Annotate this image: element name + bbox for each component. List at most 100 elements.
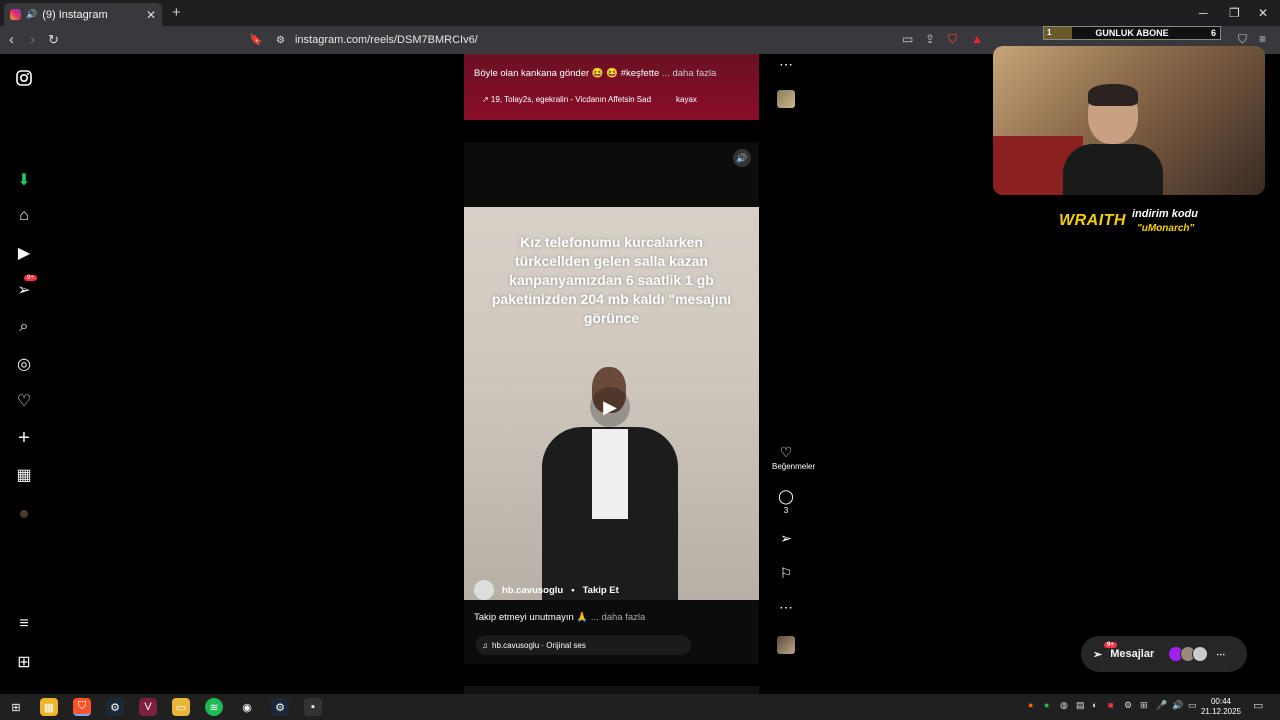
steam-icon-2[interactable]: ⚙ <box>271 698 289 716</box>
reload-icon[interactable]: ↻ <box>48 32 59 48</box>
microsoft-store-icon[interactable]: ▦ <box>40 698 58 716</box>
site-info-icon[interactable]: ⚙ <box>276 35 285 46</box>
tray-app-icon[interactable]: ⊞ <box>1140 700 1148 711</box>
webcam-person-shirt <box>1063 144 1163 195</box>
taskbar-clock[interactable]: 00:44 21.12.2025 <box>1196 697 1246 717</box>
like-button[interactable]: ♡ Beğenmeler <box>772 444 815 471</box>
browser-tab-bar: 🔊 (9) Instagram ✕ + ─ ❐ ✕ <box>0 0 1280 26</box>
new-tab-button[interactable]: + <box>172 4 181 21</box>
notification-center-icon[interactable]: ▭ <box>1253 699 1263 712</box>
microphone-icon[interactable]: 🎤 <box>1156 700 1167 711</box>
messages-badge: 9+ <box>1104 642 1117 648</box>
url-text: instagram.com/reels/DSM7BMRCIv6/ <box>294 34 478 46</box>
close-window-icon[interactable]: ✕ <box>1258 6 1268 20</box>
notifications-badge: 9+ <box>24 275 37 281</box>
daily-subscriber-bar: 1 GUNLUK ABONE 6 <box>1043 26 1221 40</box>
create-icon[interactable]: + <box>14 427 34 449</box>
file-explorer-icon[interactable]: ▭ <box>172 698 190 716</box>
download-icon[interactable]: ⬇ <box>14 170 34 190</box>
subscriber-goal: 6 <box>1210 28 1216 38</box>
more-menu-icon[interactable]: ≡ <box>14 614 34 634</box>
search-icon[interactable]: ⌕ <box>14 317 34 337</box>
music-note-icon: ♫ <box>482 640 488 650</box>
tray-steam-icon[interactable]: ⚙ <box>1124 700 1132 711</box>
game-app-icon[interactable]: ▪ <box>304 698 322 716</box>
forward-icon[interactable]: › <box>30 31 35 48</box>
tray-app-icon[interactable]: ▤ <box>1076 700 1085 711</box>
reel-video[interactable]: Kız telefonumu kurcalarken türkcellden g… <box>464 207 759 600</box>
windows-start-icon[interactable]: ⊞ <box>7 698 25 716</box>
save-icon[interactable]: ⚐ <box>772 565 800 582</box>
dashboard-icon[interactable]: ▦ <box>14 465 34 485</box>
reel-next[interactable] <box>464 686 759 694</box>
back-icon[interactable]: ‹ <box>9 31 14 48</box>
speaker-icon[interactable]: 🔊 <box>26 9 37 20</box>
reel-previous-audio-user[interactable]: kayax <box>676 95 697 104</box>
share-reel-icon[interactable]: ➢ <box>772 530 800 547</box>
comment-icon: ◯ <box>778 488 794 504</box>
tray-record-icon[interactable]: ■ <box>1108 700 1113 710</box>
tray-app-icon[interactable]: ◍ <box>1060 700 1068 711</box>
notifications-heart-icon[interactable]: ♡ <box>14 391 34 411</box>
messages-more-icon: ⋯ <box>1216 648 1226 659</box>
reel-previous-caption: Böyle olan kankana gönder 😆 😆 #keşfette … <box>474 68 716 79</box>
reel-previous-audio-thumbnail[interactable] <box>777 90 795 108</box>
brave-browser-icon[interactable]: ⛉ <box>73 698 91 716</box>
close-tab-icon[interactable]: ✕ <box>146 8 156 22</box>
volume-tray-icon[interactable]: 🔊 <box>1172 700 1183 711</box>
instagram-logo-icon[interactable] <box>14 68 34 88</box>
also-from-meta-icon[interactable]: ⊞ <box>14 652 34 672</box>
more-options-icon[interactable]: ⋯ <box>772 599 800 616</box>
reel-current[interactable]: 🔊 Kız telefonumu kurcalarken türkcellden… <box>464 142 759 664</box>
volume-icon[interactable]: 🔊 <box>733 149 751 167</box>
tray-app-icon[interactable]: ● <box>1028 700 1033 710</box>
author-avatar[interactable] <box>474 580 494 600</box>
heart-icon: ♡ <box>779 444 793 460</box>
profile-avatar[interactable] <box>14 504 34 524</box>
audio-thumbnail[interactable] <box>777 636 795 654</box>
caption-text: Takip etmeyi unutmayın 🙏 <box>474 612 589 623</box>
messages-icon: ➢ <box>1093 648 1103 661</box>
reel-author: hb.cavusoglu • Takip Et <box>474 580 619 600</box>
reel-audio-pill[interactable]: ♫ hb.cavusoglu · Orijinal ses <box>476 635 691 655</box>
brave-rewards-icon[interactable]: ▲ <box>971 32 983 46</box>
caption-more-link[interactable]: ... daha fazla <box>662 68 716 79</box>
video-person-shirt <box>592 429 628 519</box>
valorant-icon[interactable]: V <box>139 698 157 716</box>
follow-button[interactable]: Takip Et <box>583 585 619 596</box>
author-username[interactable]: hb.cavusoglu <box>502 585 563 596</box>
discount-code: "uMonarch" <box>1137 223 1195 234</box>
spotify-icon[interactable]: ≋ <box>205 698 223 716</box>
audio-label: hb.cavusoglu · Orijinal ses <box>492 640 586 650</box>
play-icon[interactable]: ▶ <box>590 387 630 427</box>
comment-button[interactable]: ◯ 3 <box>772 488 800 515</box>
direct-messages-icon[interactable]: ➢ 9+ <box>14 275 37 300</box>
restore-icon[interactable]: ❐ <box>1229 6 1240 20</box>
messages-button[interactable]: ➢ 9+ Mesajlar ⋯ <box>1081 636 1247 672</box>
brave-shield-icon[interactable]: ⛉ <box>948 32 957 47</box>
caption-more-link[interactable]: ... daha fazla <box>591 612 645 623</box>
reel-previous[interactable]: Böyle olan kankana gönder 😆 😆 #keşfette … <box>464 54 759 120</box>
instagram-sidebar: ⬇ ⌂ ▶ ➢ 9+ ⌕ ◎ ♡ + ▦ ≡ ⊞ <box>0 54 48 694</box>
steam-icon[interactable]: ⚙ <box>106 698 124 716</box>
obs-icon[interactable]: ◉ <box>238 698 256 716</box>
bookmark-icon[interactable]: 🔖 <box>249 33 263 46</box>
share-icon[interactable]: ⇪ <box>925 32 935 46</box>
vpn-icon[interactable]: ⛉ <box>1238 32 1247 47</box>
messages-avatars <box>1168 646 1209 662</box>
webcam-overlay <box>993 46 1265 195</box>
explore-icon[interactable]: ◎ <box>14 354 34 374</box>
clock-date: 21.12.2025 <box>1200 707 1242 716</box>
reel-previous-audio[interactable]: ↗ 19, Tolay2s, egekralin - Vicdanın Affe… <box>482 95 651 104</box>
reel-previous-more-icon[interactable]: ⋯ <box>772 56 800 73</box>
tray-app-icon[interactable]: ◐ <box>1092 700 1097 710</box>
minimize-icon[interactable]: ─ <box>1199 6 1208 20</box>
avatar <box>1192 646 1209 662</box>
address-bar[interactable]: ⚙ instagram.com/reels/DSM7BMRCIv6/ <box>270 29 990 51</box>
browser-tab-instagram[interactable]: 🔊 (9) Instagram ✕ <box>4 3 162 26</box>
tray-spotify-icon[interactable]: ● <box>1044 700 1049 710</box>
cast-icon[interactable]: ▭ <box>902 32 913 46</box>
reels-icon[interactable]: ▶ <box>14 243 34 263</box>
home-icon[interactable]: ⌂ <box>14 206 34 226</box>
menu-icon[interactable]: ≡ <box>1259 32 1266 46</box>
